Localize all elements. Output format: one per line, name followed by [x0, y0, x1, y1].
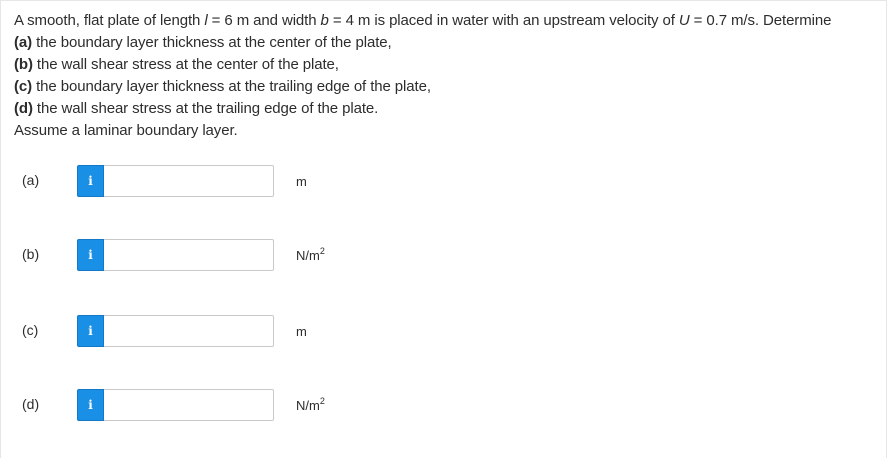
problem-part-c: (c) the boundary layer thickness at the …	[14, 76, 882, 98]
info-icon[interactable]: i	[77, 315, 104, 347]
intro-text: A smooth, flat plate of length	[14, 12, 205, 29]
answer-row-d: (d) i N/m2	[0, 388, 887, 422]
info-icon[interactable]: i	[77, 165, 104, 197]
width-symbol: b	[320, 12, 329, 29]
unit-text: m	[296, 324, 307, 339]
answer-row-a: (a) i m	[0, 164, 887, 198]
unit-exponent: 2	[319, 395, 325, 406]
part-text: the wall shear stress at the trailing ed…	[32, 100, 379, 117]
part-letter: (c)	[14, 78, 33, 95]
part-text: the wall shear stress at the center of t…	[32, 56, 339, 73]
problem-part-a: (a) the boundary layer thickness at the …	[14, 32, 882, 54]
length-value: = 6 m and width	[207, 12, 321, 29]
answer-row-c: (c) i m	[0, 314, 887, 348]
unit-text: N/m	[296, 398, 320, 413]
velocity-value: = 0.7 m/s. Determine	[689, 12, 832, 29]
answer-input-d[interactable]	[104, 389, 274, 421]
width-value: = 4 m is placed in water with an upstrea…	[328, 12, 679, 29]
info-icon[interactable]: i	[77, 239, 104, 271]
answer-label: (a)	[22, 172, 40, 188]
problem-intro: A smooth, flat plate of length l = 6 m a…	[14, 10, 882, 32]
answer-label: (d)	[22, 396, 40, 412]
unit-label: N/m2	[296, 245, 325, 263]
answer-label: (b)	[22, 246, 40, 262]
part-letter: (d)	[14, 100, 33, 117]
part-letter: (a)	[14, 34, 33, 51]
part-text: the boundary layer thickness at the trai…	[32, 78, 431, 95]
answer-input-b[interactable]	[104, 239, 274, 271]
info-icon[interactable]: i	[77, 389, 104, 421]
problem-part-b: (b) the wall shear stress at the center …	[14, 54, 882, 76]
answer-input-a[interactable]	[104, 165, 274, 197]
part-text: the boundary layer thickness at the cent…	[32, 34, 392, 51]
answer-label: (c)	[22, 322, 39, 338]
unit-exponent: 2	[319, 245, 325, 256]
problem-statement: A smooth, flat plate of length l = 6 m a…	[14, 10, 882, 142]
unit-label: m	[296, 324, 307, 339]
velocity-symbol: U	[678, 12, 690, 29]
answer-row-b: (b) i N/m2	[0, 238, 887, 272]
problem-assumption: Assume a laminar boundary layer.	[14, 122, 238, 139]
unit-text: m	[296, 174, 307, 189]
part-letter: (b)	[14, 56, 33, 73]
problem-part-d: (d) the wall shear stress at the trailin…	[14, 98, 882, 120]
unit-label: m	[296, 174, 307, 189]
unit-text: N/m	[296, 248, 320, 263]
answer-input-c[interactable]	[104, 315, 274, 347]
unit-label: N/m2	[296, 395, 325, 413]
